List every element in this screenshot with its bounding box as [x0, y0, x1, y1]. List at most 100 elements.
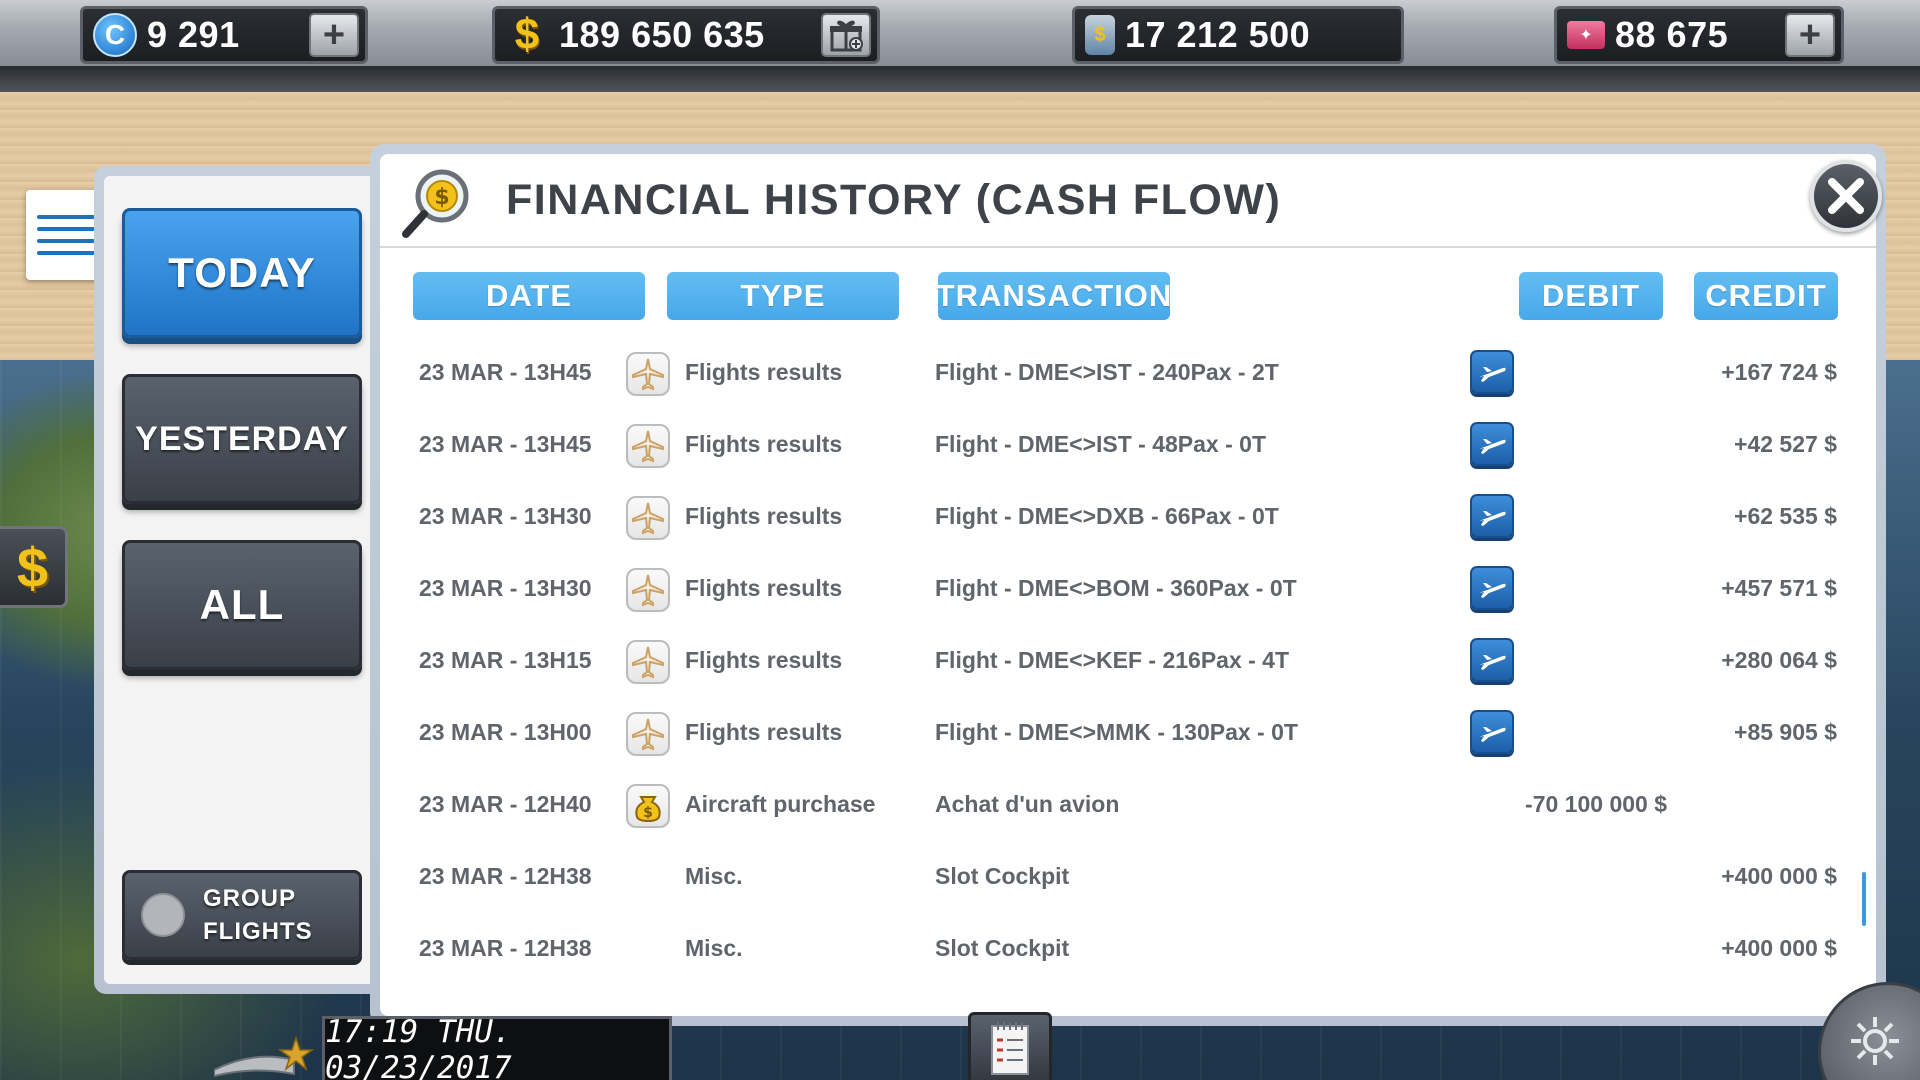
row-date: 23 MAR - 12H38 [419, 934, 592, 961]
row-credit: +167 724 $ [1721, 358, 1837, 385]
notes-button[interactable] [968, 1012, 1052, 1080]
filter-today-label: TODAY [168, 249, 316, 296]
flight-detail-button[interactable] [1470, 638, 1514, 682]
row-transaction: Flight - DME<>BOM - 360Pax - 0T [935, 574, 1297, 601]
table-row: 23 MAR - 13H30 Flights results Flight - DM… [380, 480, 1876, 552]
rank-wings-icon [214, 1035, 315, 1078]
table-row: 23 MAR - 12H38 Misc. Slot Cockpit +400 000 … [380, 840, 1876, 912]
flight-detail-button[interactable] [1470, 494, 1514, 538]
row-transaction: Flight - DME<>KEF - 216Pax - 4T [935, 646, 1290, 673]
research-counter: $ 17 212 500 [1072, 6, 1404, 64]
row-date: 23 MAR - 12H38 [419, 862, 592, 889]
coins-counter: C 9 291 + [80, 6, 368, 64]
plane-icon [626, 424, 670, 468]
column-header-debit[interactable]: DEBIT [1519, 272, 1663, 320]
row-date: 23 MAR - 12H40 [419, 790, 592, 817]
gift-button[interactable] [821, 13, 871, 57]
row-date: 23 MAR - 13H45 [419, 358, 592, 385]
flask-icon: $ [1085, 15, 1115, 55]
row-credit: +42 527 $ [1734, 430, 1837, 457]
svg-text:$: $ [643, 805, 653, 821]
plane-icon [626, 712, 670, 756]
menu-icon-line [37, 227, 95, 231]
row-type: Flights results [685, 718, 843, 745]
row-type: Misc. [685, 862, 743, 889]
column-header-transaction[interactable]: TRANSACTION [936, 272, 1171, 320]
row-date: 23 MAR - 13H30 [419, 502, 592, 529]
row-date: 23 MAR - 13H15 [419, 646, 592, 673]
row-transaction: Achat d'un avion [935, 790, 1120, 817]
table-row: 23 MAR - 13H15 Flights results Flight - DM… [380, 624, 1876, 696]
filter-yesterday-button[interactable]: YESTERDAY [122, 374, 362, 504]
row-type: Flights results [685, 502, 843, 529]
filter-yesterday-label: YESTERDAY [135, 419, 349, 458]
plane-icon [626, 568, 670, 612]
row-credit: +62 535 $ [1734, 502, 1837, 529]
group-flights-label-line1: GROUP [203, 885, 297, 912]
flight-detail-button[interactable] [1470, 710, 1514, 754]
plane-takeoff-icon [1479, 583, 1506, 598]
page-title: FINANCIAL HISTORY (CASH FLOW) [506, 176, 1282, 224]
row-transaction: Flight - DME<>IST - 240Pax - 2T [935, 358, 1279, 385]
plane-icon [626, 352, 670, 396]
row-credit: +280 064 $ [1721, 646, 1837, 673]
plane-icon [626, 640, 670, 684]
group-flights-label: GROUP FLIGHTS [203, 882, 313, 948]
plane-takeoff-icon [1479, 655, 1506, 670]
menu-icon-line [37, 239, 95, 243]
menu-icon-line [37, 215, 95, 219]
coin-icon: C [93, 13, 137, 57]
table-row: 23 MAR - 12H40 $ Aircraft purchase Achat d'… [380, 768, 1876, 840]
checklist-icon [991, 1021, 1029, 1075]
row-debit: -70 100 000 $ [1525, 790, 1667, 817]
row-type: Flights results [685, 646, 843, 673]
scrollbar[interactable] [1862, 872, 1866, 926]
row-transaction: Flight - DME<>IST - 48Pax - 0T [935, 430, 1267, 457]
buy-coins-button[interactable]: + [309, 13, 359, 57]
svg-text:$: $ [434, 185, 449, 210]
column-header-type[interactable]: TYPE [667, 272, 899, 320]
table-row: 23 MAR - 13H30 Flights results Flight - DM… [380, 552, 1876, 624]
row-date: 23 MAR - 13H00 [419, 718, 592, 745]
plane-takeoff-icon [1479, 439, 1506, 454]
finance-tab-button[interactable]: $ [0, 526, 68, 608]
filter-today-button[interactable]: TODAY [122, 208, 362, 338]
table-row: 23 MAR - 13H45 Flights results Flight - DM… [380, 408, 1876, 480]
money-bag-icon: $ [626, 784, 670, 828]
filter-all-label: ALL [199, 581, 285, 628]
tickets-value: 88 675 [1615, 14, 1729, 55]
row-credit: +400 000 $ [1721, 862, 1837, 889]
filter-all-button[interactable]: ALL [122, 540, 362, 670]
close-icon [1828, 178, 1864, 214]
buy-tickets-button[interactable]: + [1785, 13, 1835, 57]
table-row: 23 MAR - 13H45 Flights results Flight - DM… [380, 336, 1876, 408]
plane-icon [626, 496, 670, 540]
group-flights-label-line2: FLIGHTS [203, 918, 313, 945]
group-flights-toggle[interactable]: GROUP FLIGHTS [122, 870, 362, 960]
plane-takeoff-icon [1479, 511, 1506, 526]
tickets-counter: ✦ 88 675 + [1554, 6, 1844, 64]
dollar-icon: $ [514, 10, 540, 59]
flight-detail-button[interactable] [1470, 566, 1514, 610]
column-header-credit[interactable]: CREDIT [1694, 272, 1838, 320]
row-transaction: Slot Cockpit [935, 862, 1070, 889]
row-transaction: Flight - DME<>MMK - 130Pax - 0T [935, 718, 1298, 745]
row-type: Flights results [685, 574, 843, 601]
row-credit: +400 000 $ [1721, 934, 1837, 961]
row-type: Flights results [685, 430, 843, 457]
cash-value: 189 650 635 [559, 14, 765, 55]
row-credit: +85 905 $ [1734, 718, 1837, 745]
row-type: Misc. [685, 934, 743, 961]
column-header-date[interactable]: DATE [413, 272, 645, 320]
flight-detail-button[interactable] [1470, 350, 1514, 394]
game-clock: 17:19 THU. 03/23/2017 [322, 1014, 672, 1080]
table-row: 23 MAR - 13H00 Flights results Flight - DM… [380, 696, 1876, 768]
plane-takeoff-icon [1479, 367, 1506, 382]
gear-icon [1851, 1017, 1899, 1065]
gift-icon [830, 20, 863, 52]
cash-counter: $ 189 650 635 [492, 6, 880, 64]
flight-detail-button[interactable] [1470, 422, 1514, 466]
close-button[interactable] [1810, 160, 1882, 232]
coins-value: 9 291 [147, 14, 240, 55]
row-date: 23 MAR - 13H45 [419, 430, 592, 457]
